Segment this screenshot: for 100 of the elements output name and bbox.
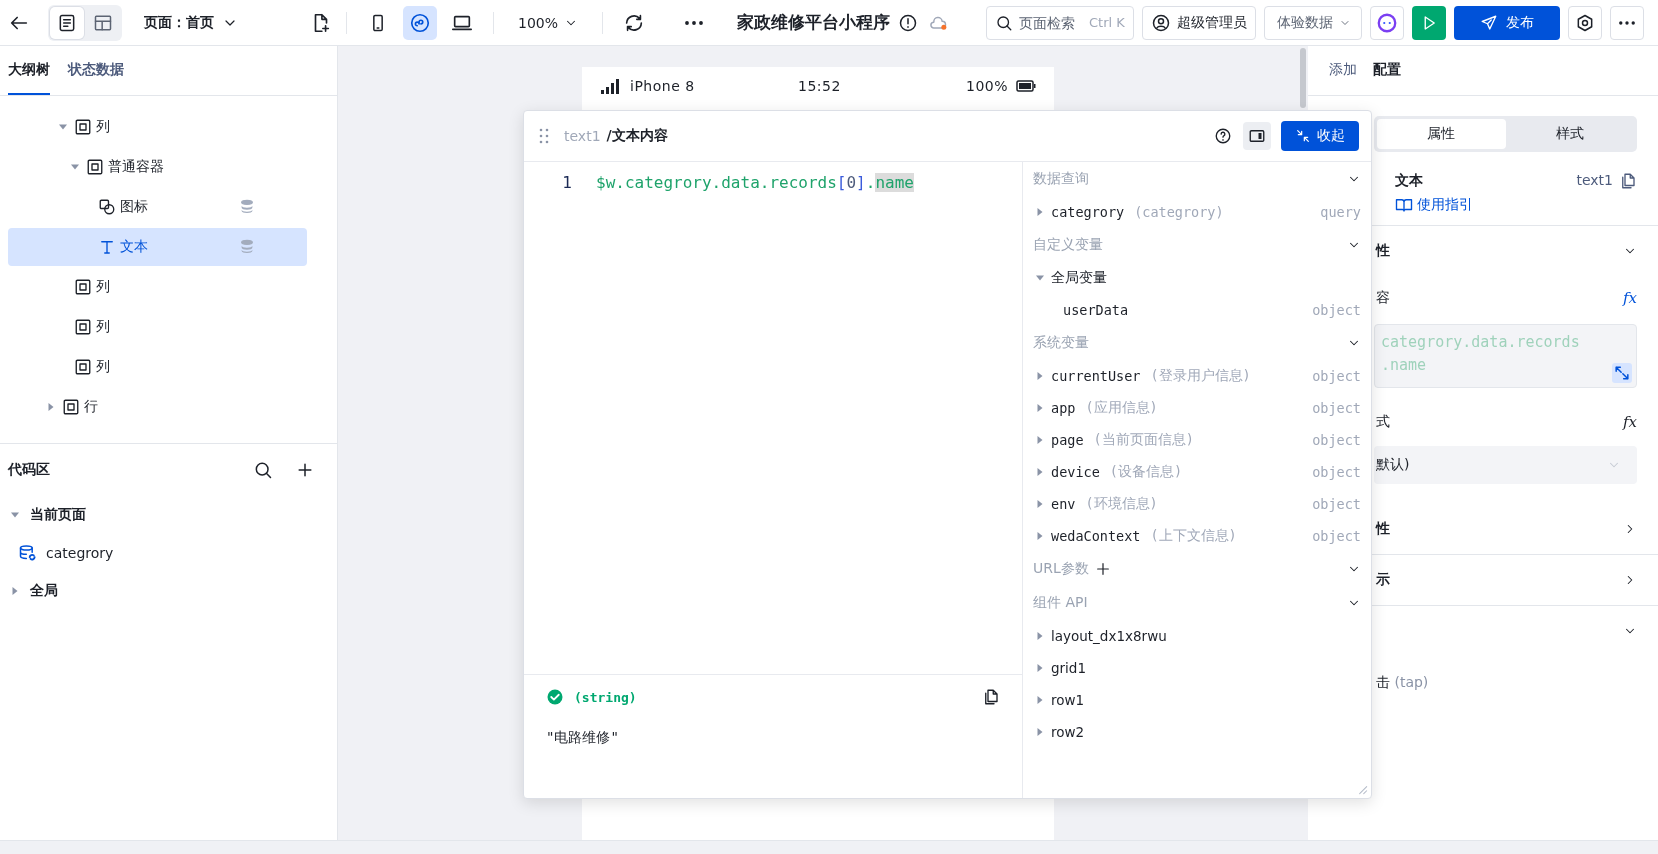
- variable-type: object: [1312, 496, 1361, 512]
- variable-description: (登录用户信息): [1150, 367, 1251, 385]
- miniprogram-icon[interactable]: [409, 11, 431, 34]
- caret-down-icon[interactable]: [71, 163, 79, 171]
- caret-right-icon[interactable]: [1036, 664, 1044, 672]
- tree-item[interactable]: 列: [8, 348, 307, 386]
- variable-name[interactable]: categrory: [1051, 204, 1125, 220]
- tree-item[interactable]: 图标: [8, 188, 307, 226]
- sidebar-icon: [1248, 127, 1266, 145]
- tree-group-label[interactable]: 当前页面: [30, 506, 86, 524]
- variable-name[interactable]: currentUser: [1051, 368, 1141, 384]
- view-toggle[interactable]: [50, 6, 84, 39]
- variable-name[interactable]: userData: [1063, 302, 1129, 318]
- page-select[interactable]: 页面：首页: [144, 13, 238, 32]
- variable-name[interactable]: app: [1051, 400, 1076, 416]
- search-icon[interactable]: [253, 460, 273, 480]
- search-field[interactable]: 页面检索: [1019, 14, 1084, 31]
- variable-name[interactable]: page: [1051, 432, 1084, 448]
- more-icon[interactable]: [685, 20, 704, 25]
- caret-down-icon[interactable]: [11, 511, 19, 519]
- section-title: 自定义变量: [1033, 236, 1103, 254]
- device-name: iPhone 8: [630, 78, 696, 94]
- info-icon[interactable]: [898, 12, 919, 33]
- tree-item[interactable]: 列: [8, 268, 307, 306]
- caret-right-icon[interactable]: [1036, 208, 1044, 216]
- panel-tab[interactable]: 添加: [1329, 46, 1357, 95]
- role-button[interactable]: 超级管理员: [1142, 5, 1257, 40]
- panel-title: /文本内容: [606, 127, 669, 145]
- variable-name[interactable]: grid1: [1051, 660, 1087, 676]
- guide-link[interactable]: 使用指引: [1395, 196, 1571, 214]
- variable-name[interactable]: device: [1051, 464, 1100, 480]
- panel-tab[interactable]: 状态数据: [68, 46, 124, 95]
- copy-icon[interactable]: [982, 688, 1000, 706]
- formula-icon[interactable]: 𝑓x: [1623, 413, 1637, 431]
- tree-item[interactable]: 列: [8, 308, 307, 346]
- variable-name[interactable]: 全局变量: [1051, 269, 1107, 287]
- variable-name[interactable]: row2: [1051, 724, 1085, 740]
- document-icon[interactable]: [57, 12, 77, 33]
- caret-right-icon[interactable]: [1036, 372, 1044, 380]
- zoom-select[interactable]: 100%: [508, 14, 589, 31]
- caret-down-icon[interactable]: [59, 123, 67, 131]
- tree-item[interactable]: 行: [8, 388, 307, 426]
- data-mode-select[interactable]: 体验数据: [1264, 5, 1363, 40]
- tree-item[interactable]: 文本: [8, 228, 307, 266]
- panel-tab[interactable]: 配置: [1373, 46, 1401, 95]
- caret-right-icon[interactable]: [11, 587, 19, 595]
- shortcut-hint: Ctrl K: [1089, 15, 1125, 30]
- collapse-button[interactable]: 收起: [1281, 121, 1359, 151]
- query-label[interactable]: categrory: [46, 545, 114, 561]
- variable-type: query: [1320, 204, 1361, 220]
- formula-icon[interactable]: 𝑓x: [1623, 289, 1637, 307]
- field-label: 容: [1376, 289, 1391, 307]
- more-button[interactable]: [1610, 5, 1645, 40]
- panel-tab[interactable]: 大纲树: [8, 46, 50, 95]
- caret-right-icon[interactable]: [1036, 696, 1044, 704]
- caret-down-icon[interactable]: [1036, 274, 1044, 282]
- expand-icon[interactable]: [1612, 363, 1632, 383]
- tree-item[interactable]: 列: [8, 108, 307, 146]
- send-icon: [1480, 13, 1499, 32]
- drag-handle-icon[interactable]: [538, 127, 550, 145]
- check-circle-icon: [546, 688, 564, 706]
- caret-right-icon[interactable]: [1036, 728, 1044, 736]
- variable-name[interactable]: wedaContext: [1051, 528, 1141, 544]
- book-icon: [1395, 196, 1413, 214]
- caret-right-icon[interactable]: [1036, 404, 1044, 412]
- tree-group-label[interactable]: 全局: [30, 582, 58, 600]
- variable-type: object: [1312, 464, 1361, 480]
- style-select[interactable]: 默认): [1374, 446, 1637, 484]
- variable-name[interactable]: env: [1051, 496, 1076, 512]
- caret-right-icon[interactable]: [1036, 500, 1044, 508]
- field-label: 式: [1376, 413, 1391, 431]
- settings-button[interactable]: [1568, 5, 1603, 40]
- scrollbar[interactable]: [1300, 48, 1306, 108]
- container-icon: [62, 398, 80, 416]
- component-name: 文本: [1395, 172, 1424, 190]
- caret-right-icon[interactable]: [1036, 436, 1044, 444]
- add-icon[interactable]: [1094, 561, 1111, 577]
- segment-tab[interactable]: 属性: [1377, 119, 1506, 149]
- caret-right-icon[interactable]: [1036, 532, 1044, 540]
- container-icon: [86, 158, 104, 176]
- caret-right-icon[interactable]: [1036, 632, 1044, 640]
- code-line[interactable]: $w.categrory.data.records[0].name: [596, 172, 914, 192]
- tree-item[interactable]: 普通容器: [8, 148, 307, 186]
- variable-description: (设备信息): [1109, 463, 1183, 481]
- caret-right-icon[interactable]: [47, 403, 55, 411]
- copy-icon[interactable]: [1619, 172, 1637, 190]
- search-icon: [995, 13, 1014, 32]
- signal-icon: [600, 78, 620, 94]
- line-number: 1: [561, 172, 572, 192]
- variable-name[interactable]: row1: [1051, 692, 1085, 708]
- robot-icon: [1376, 11, 1399, 34]
- publish-button[interactable]: 发布: [1454, 5, 1561, 40]
- variable-type: object: [1312, 302, 1361, 318]
- segment-tab[interactable]: 样式: [1505, 119, 1634, 149]
- variable-name[interactable]: layout_dx1x8rwu: [1051, 628, 1167, 644]
- preview-button[interactable]: [1412, 5, 1447, 40]
- caret-right-icon[interactable]: [1036, 468, 1044, 476]
- side-panel-toggle[interactable]: [1243, 122, 1271, 150]
- assistant-button[interactable]: [1370, 5, 1405, 40]
- device-toggle[interactable]: [403, 5, 437, 40]
